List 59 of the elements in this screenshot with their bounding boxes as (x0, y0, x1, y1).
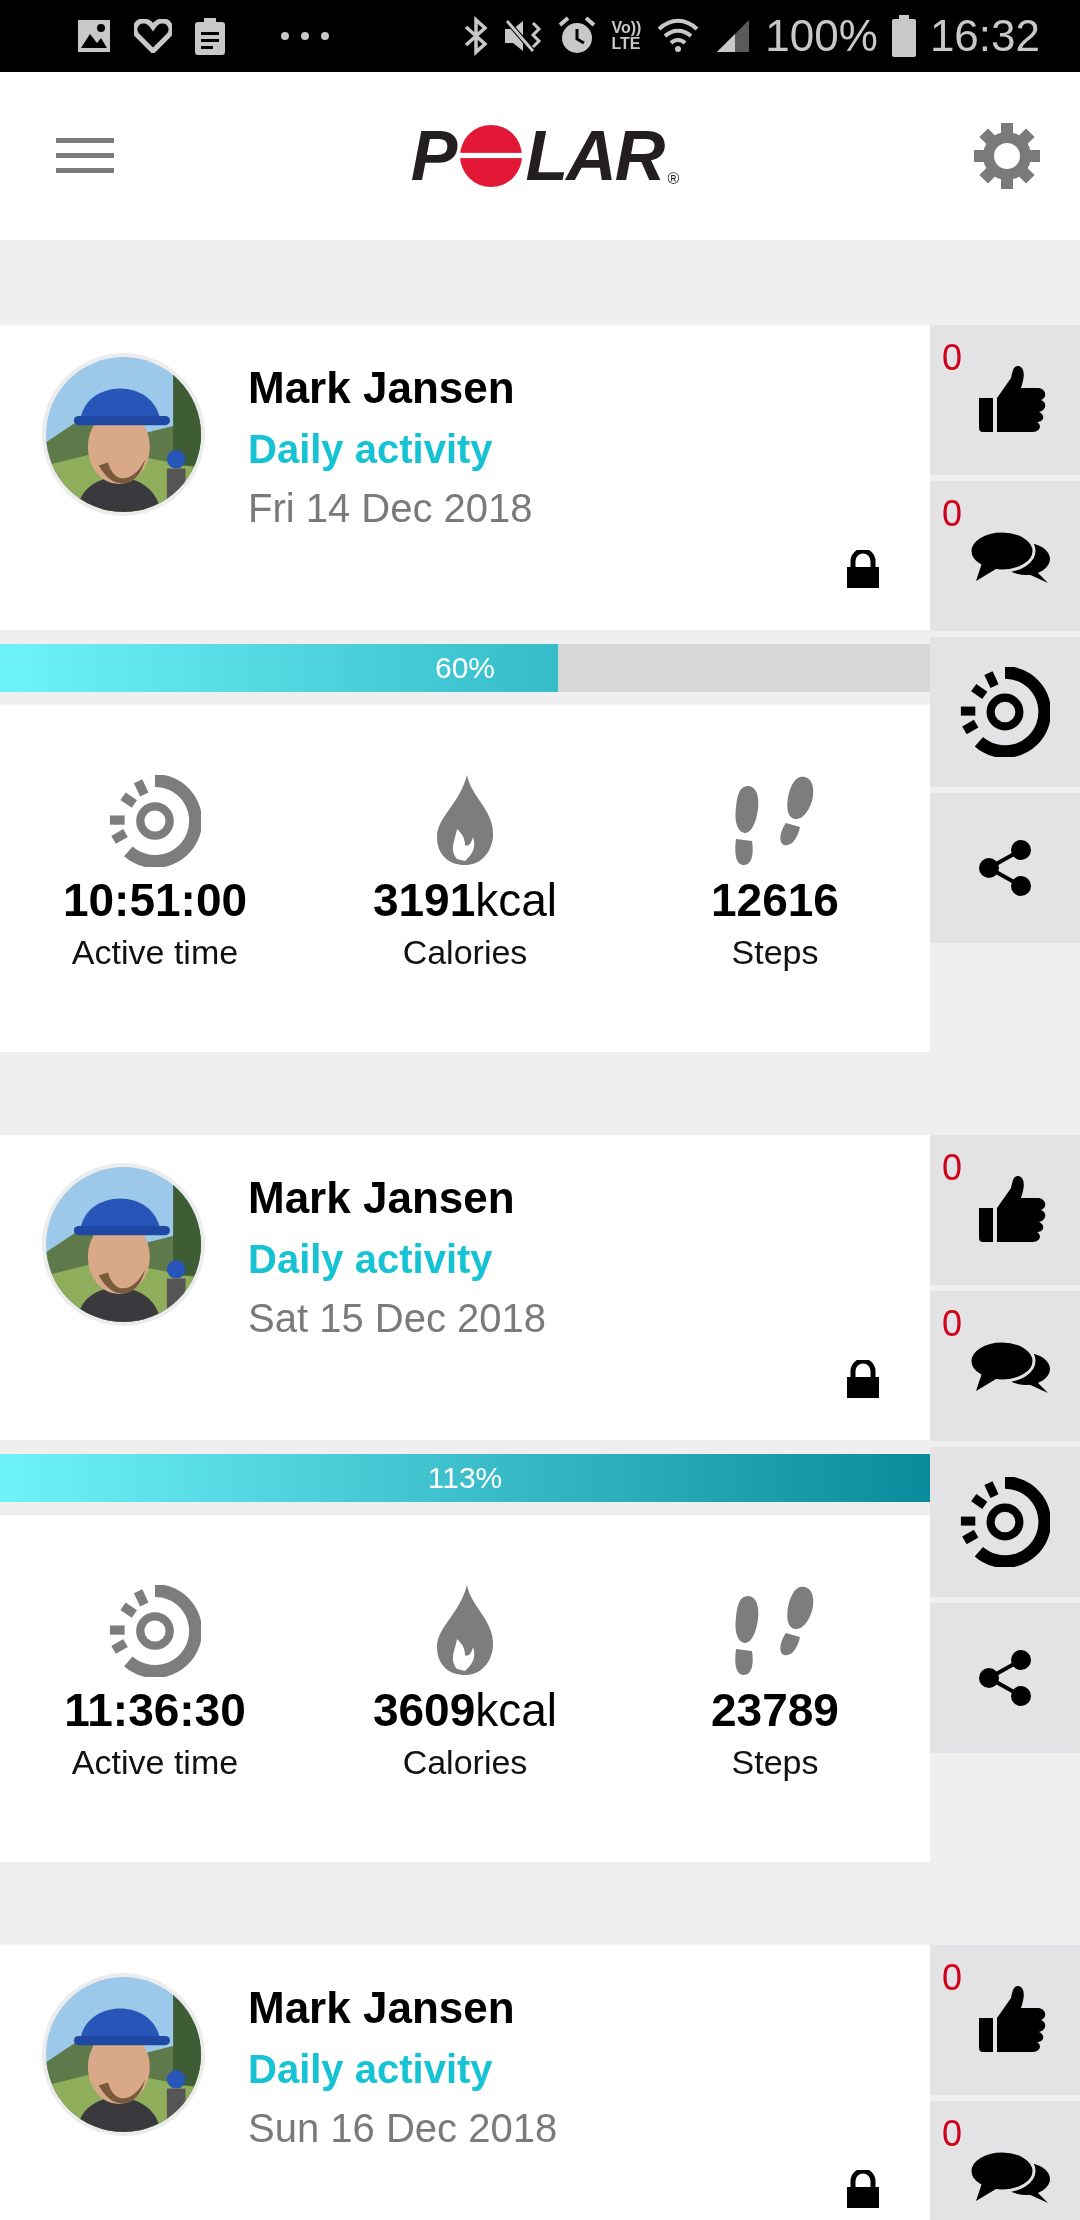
flame-icon (435, 775, 495, 867)
menu-icon[interactable] (56, 136, 114, 176)
stat-label: Active time (71, 933, 239, 972)
like-button[interactable]: 0 (930, 1945, 1080, 2095)
like-button[interactable]: 0 (930, 1135, 1080, 1285)
activity-ring-icon (109, 775, 201, 867)
user-name: Mark Jansen (248, 1172, 516, 1224)
stat-value: 3609kcal (372, 1683, 558, 1737)
stat-label: Steps (731, 1743, 819, 1782)
stat-label: Steps (731, 933, 819, 972)
battery-icon (891, 15, 916, 57)
like-button[interactable]: 0 (930, 325, 1080, 475)
bluetooth-icon (463, 16, 490, 56)
battery-percent: 100% (765, 11, 878, 61)
user-name: Mark Jansen (248, 362, 516, 414)
progress-percent: 113% (426, 1459, 504, 1496)
share-icon (977, 840, 1033, 896)
stat-value: 11:36:30 (64, 1683, 246, 1737)
activity-button[interactable] (930, 637, 1080, 787)
stat-value: 23789 (711, 1683, 839, 1737)
mute-vibrate-icon (503, 17, 544, 55)
clipboard-icon (194, 17, 226, 55)
signal-icon (715, 18, 752, 54)
comment-button[interactable]: 0 (930, 481, 1080, 631)
stat-value: 3191kcal (372, 873, 558, 927)
stat-value: 12616 (711, 873, 839, 927)
heart-icon (134, 19, 172, 53)
volte-label: Vo)) LTE (611, 20, 642, 52)
settings-icon[interactable] (974, 123, 1040, 189)
share-button[interactable] (930, 793, 1080, 943)
activity-date: Sat 15 Dec 2018 (248, 1295, 546, 1342)
activity-ring-icon (960, 1477, 1050, 1567)
alarm-icon (557, 16, 598, 56)
stat-value: 10:51:00 (62, 873, 248, 927)
user-name: Mark Jansen (248, 1982, 516, 2034)
progress-percent: 60% (433, 649, 496, 686)
logo-circle-icon (459, 125, 522, 187)
activity-type: Daily activity (248, 2046, 494, 2093)
activity-type: Daily activity (248, 1236, 494, 1283)
stat-label: Calories (402, 933, 528, 972)
more-icon (280, 31, 330, 41)
activity-date: Fri 14 Dec 2018 (248, 485, 533, 532)
stat-label: Calories (402, 1743, 528, 1782)
clock-time: 16:32 (929, 11, 1040, 61)
activity-date: Sun 16 Dec 2018 (248, 2105, 558, 2152)
activity-ring-icon (109, 1585, 201, 1677)
activity-type: Daily activity (248, 426, 494, 473)
share-icon (977, 1650, 1033, 1706)
image-icon (76, 18, 112, 54)
activity-ring-icon (960, 667, 1050, 757)
logo-text: P (410, 116, 456, 196)
activity-button[interactable] (930, 1447, 1080, 1597)
registered-mark: ® (667, 170, 678, 188)
logo-text: LAR (525, 116, 664, 196)
flame-icon (435, 1585, 495, 1677)
comment-button[interactable]: 0 (930, 1291, 1080, 1441)
share-button[interactable] (930, 1603, 1080, 1753)
comment-button[interactable]: 0 (930, 2101, 1080, 2220)
stat-label: Active time (71, 1743, 239, 1782)
